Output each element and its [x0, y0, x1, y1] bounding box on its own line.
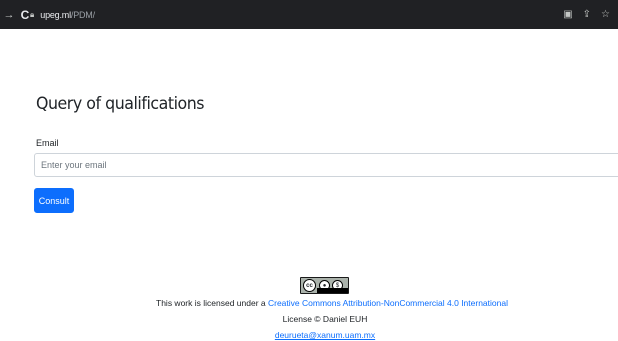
- back-arrow-icon[interactable]: →: [2, 0, 16, 29]
- contact-email-link[interactable]: deurueta@xanum.uam.mx: [0, 330, 618, 340]
- license-text: This work is licensed under a Creative C…: [0, 298, 618, 308]
- email-label: Email: [36, 138, 59, 148]
- star-icon[interactable]: ☆: [601, 9, 610, 20]
- url-path: /PDM/: [70, 10, 95, 20]
- page-title: Query of qualifications: [36, 94, 205, 114]
- url-host: upeg.ml: [40, 10, 71, 20]
- copyright-text: License © Daniel EUH: [282, 314, 368, 324]
- license-prefix: This work is licensed under a: [156, 298, 268, 308]
- address-bar[interactable]: 🔒︎ upeg.ml/PDM/: [30, 8, 95, 22]
- consult-button[interactable]: Consult: [34, 188, 74, 213]
- share-icon[interactable]: ⇪: [583, 9, 591, 20]
- creative-commons-badge-icon[interactable]: cc ● $: [300, 277, 349, 294]
- extension-icon[interactable]: ▣: [563, 9, 572, 20]
- license-link[interactable]: Creative Commons Attribution-NonCommerci…: [268, 298, 508, 308]
- email-field[interactable]: [34, 153, 618, 177]
- browser-actions: ▣ ⇪ ☆: [563, 0, 610, 29]
- browser-toolbar: → C 🔒︎ upeg.ml/PDM/ ▣ ⇪ ☆: [0, 0, 618, 29]
- badge-strip: [317, 288, 348, 293]
- lock-icon[interactable]: 🔒︎: [30, 10, 34, 20]
- cc-logo-icon: cc: [303, 279, 316, 292]
